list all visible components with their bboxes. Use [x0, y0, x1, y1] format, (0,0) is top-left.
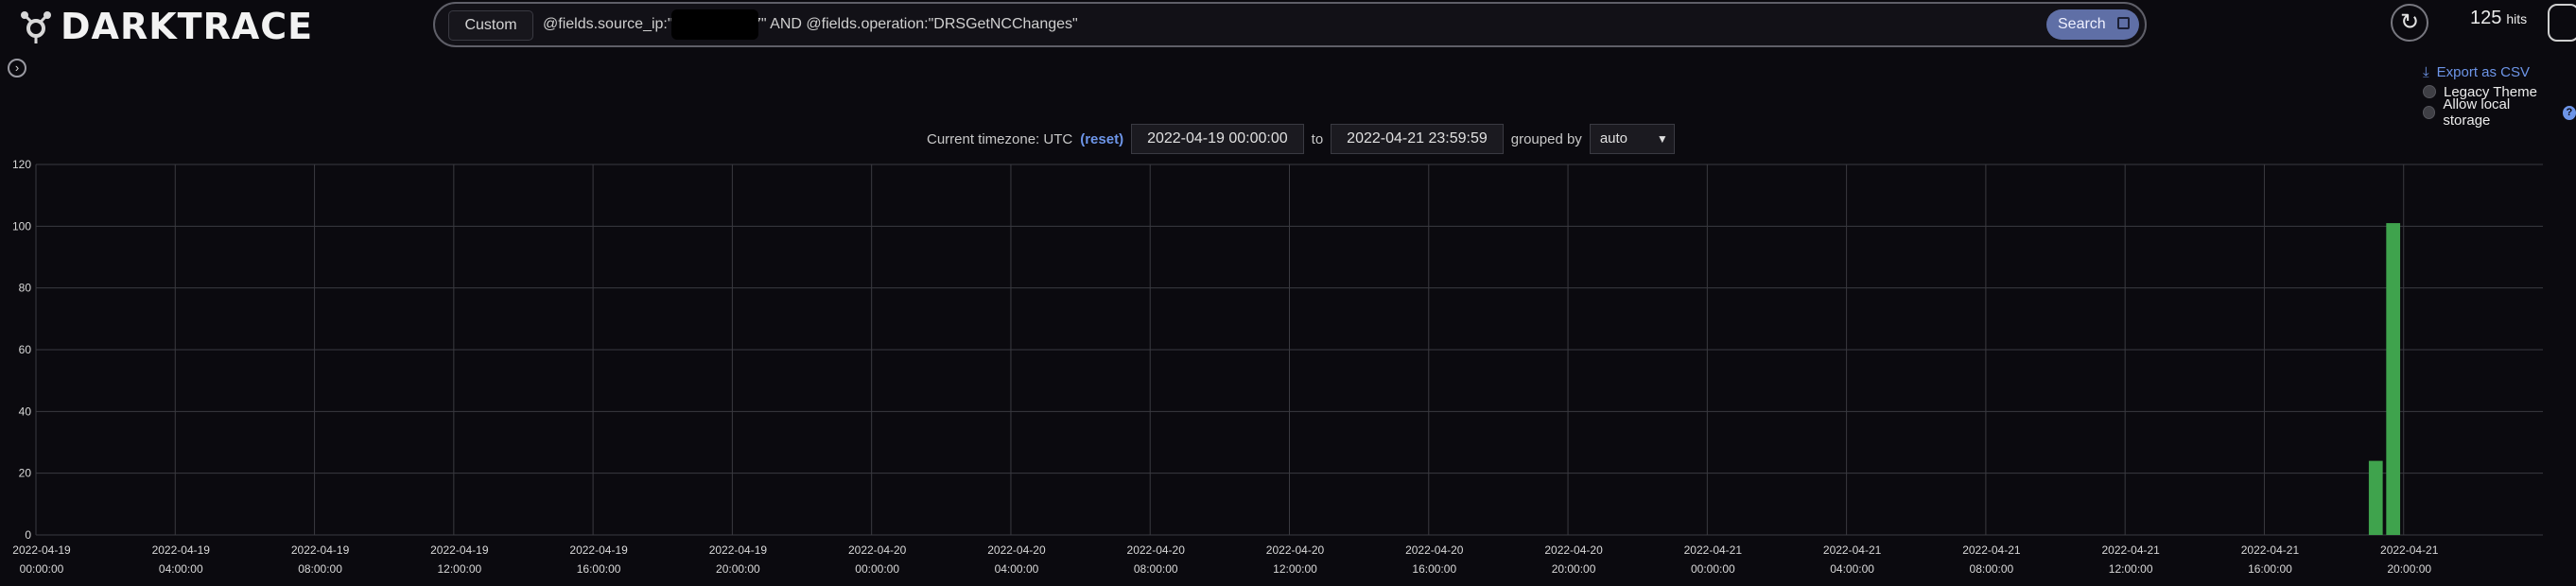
from-datetime-field[interactable]: 2022-04-19 00:00:00 [1131, 124, 1304, 154]
x-tick-date: 2022-04-19 [569, 543, 628, 557]
x-tick-date: 2022-04-21 [1962, 543, 2021, 557]
y-tick-label: 80 [19, 282, 32, 295]
x-tick-time: 12:00:00 [2109, 562, 2153, 576]
darktrace-logo-icon [21, 11, 51, 43]
search-button[interactable]: Search [2046, 9, 2139, 40]
to-label: to [1311, 130, 1324, 147]
x-tick-date: 2022-04-19 [709, 543, 768, 557]
legacy-theme-radio[interactable] [2423, 85, 2436, 98]
x-tick-date: 2022-04-21 [2380, 543, 2439, 557]
export-csv-label: Export as CSV [2436, 63, 2531, 80]
y-tick-label: 20 [19, 467, 32, 480]
timezone-bar: Current timezone: UTC (reset) 2022-04-19… [927, 123, 1675, 155]
x-tick-date: 2022-04-21 [1684, 543, 1743, 557]
y-tick-label: 0 [25, 528, 31, 542]
histogram-bar[interactable] [2368, 460, 2383, 535]
x-tick-date: 2022-04-20 [987, 543, 1046, 557]
hits-count: 125 [2470, 8, 2502, 28]
x-tick-time: 16:00:00 [577, 562, 621, 576]
y-tick-label: 120 [12, 158, 31, 171]
hits-counter: 125 hits [2470, 8, 2527, 29]
x-tick-date: 2022-04-19 [12, 543, 71, 557]
local-storage-radio[interactable] [2423, 106, 2436, 119]
brand-name: DARKTRACE [61, 6, 314, 47]
expand-arrow-icon[interactable]: › [8, 59, 26, 78]
x-tick-time: 20:00:00 [716, 562, 760, 576]
x-tick-time: 12:00:00 [437, 562, 481, 576]
histogram-bar[interactable] [2386, 223, 2401, 536]
x-tick-date: 2022-04-20 [1544, 543, 1603, 557]
x-tick-date: 2022-04-21 [2241, 543, 2300, 557]
timezone-label: Current timezone: UTC [927, 130, 1073, 147]
x-tick-time: 00:00:00 [855, 562, 899, 576]
x-tick-date: 2022-04-19 [430, 543, 489, 557]
x-tick-time: 20:00:00 [1552, 562, 1596, 576]
side-options: ⤓ Export as CSV Legacy Theme Allow local… [2423, 62, 2576, 129]
y-tick-label: 100 [12, 219, 31, 233]
chevron-down-icon: ▼ [1656, 132, 1668, 146]
redaction-box [671, 9, 758, 40]
x-tick-date: 2022-04-20 [1127, 543, 1186, 557]
x-tick-time: 16:00:00 [2248, 562, 2292, 576]
histogram-chart: 0 20 40 60 80 100 120 2022-04-19 00:00:00 2022-04… [12, 158, 2543, 576]
x-tick-date: 2022-04-20 [1266, 543, 1325, 557]
export-csv-link[interactable]: ⤓ Export as CSV [2423, 62, 2576, 81]
x-tick-time: 08:00:00 [1134, 562, 1178, 576]
local-storage-label: Allow local storage [2443, 96, 2511, 129]
x-tick-time: 20:00:00 [2387, 562, 2431, 576]
x-tick-time: 16:00:00 [1412, 562, 1456, 576]
hits-unit: hits [2506, 11, 2528, 26]
save-icon[interactable] [2117, 17, 2130, 29]
download-icon: ⤓ [2423, 63, 2429, 80]
x-tick-time: 04:00:00 [1830, 562, 1874, 576]
reset-link[interactable]: (reset) [1080, 131, 1123, 147]
grouped-by-value: auto [1599, 130, 1628, 146]
x-tick-time: 00:00:00 [1691, 562, 1735, 576]
x-tick-date: 2022-04-20 [1405, 543, 1464, 557]
chat-icon[interactable] [2548, 4, 2576, 42]
x-tick-date: 2022-04-19 [291, 543, 350, 557]
x-tick-date: 2022-04-21 [2101, 543, 2160, 557]
x-tick-time: 08:00:00 [298, 562, 342, 576]
grouped-by-select[interactable]: auto ▼ [1589, 124, 1675, 154]
to-datetime-field[interactable]: 2022-04-21 23:59:59 [1331, 124, 1504, 154]
search-button-label: Search [2058, 16, 2106, 32]
query-mode-select[interactable]: Custom [448, 10, 533, 41]
x-tick-date: 2022-04-21 [1823, 543, 1882, 557]
x-tick-time: 08:00:00 [1970, 562, 2014, 576]
x-tick-time: 04:00:00 [995, 562, 1039, 576]
x-tick-date: 2022-04-19 [152, 543, 211, 557]
x-tick-time: 04:00:00 [159, 562, 203, 576]
x-tick-date: 2022-04-20 [848, 543, 907, 557]
x-tick-time: 00:00:00 [20, 562, 64, 576]
search-bar: Custom Search [433, 2, 2147, 47]
y-tick-label: 60 [19, 343, 32, 356]
darktrace-logo: DARKTRACE [17, 6, 313, 47]
x-tick-time: 12:00:00 [1273, 562, 1317, 576]
local-storage-option[interactable]: Allow local storage ? [2423, 96, 2576, 129]
help-icon[interactable]: ? [2562, 105, 2576, 120]
refresh-button[interactable]: ↻ [2391, 4, 2428, 42]
y-tick-label: 40 [19, 405, 32, 418]
refresh-icon: ↻ [2399, 9, 2420, 35]
grouped-by-label: grouped by [1510, 130, 1582, 147]
